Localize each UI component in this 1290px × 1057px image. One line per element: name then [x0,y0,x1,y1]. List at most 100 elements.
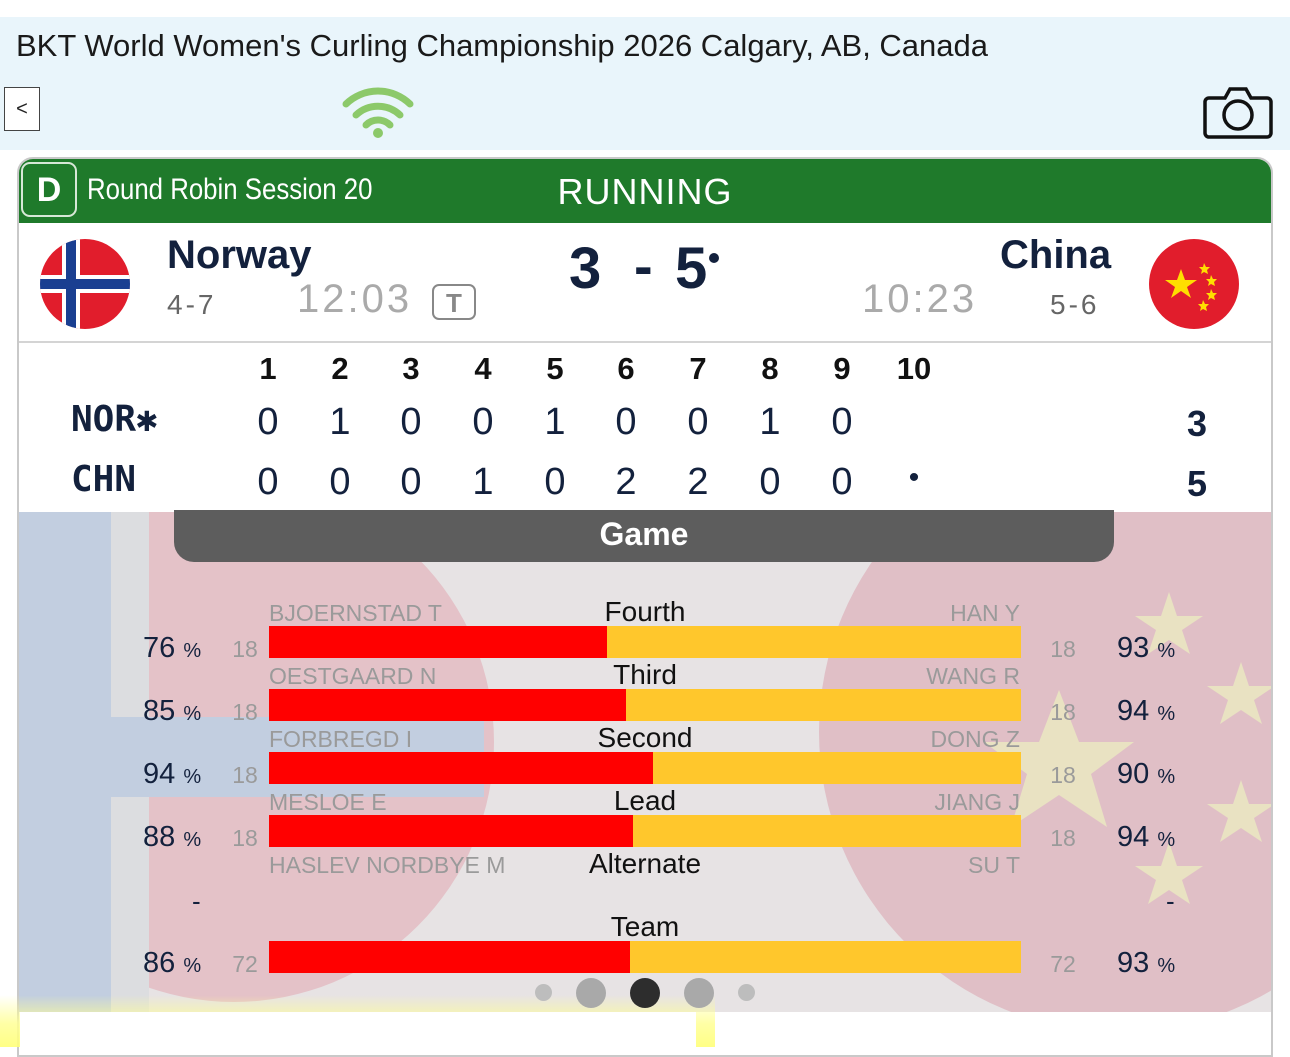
score-separator: - [634,234,653,297]
home-shots: 18 [232,825,258,851]
home-share-bar [269,815,633,847]
home-shots: 18 [232,699,258,725]
score-header: Norway 4-7 12:03 T 3 - 5 10:23 China 5-6 [19,223,1271,343]
home-share-bar [269,941,630,973]
home-percentage: 85 % [143,695,202,727]
position-label: Lead [613,785,677,816]
away-shots: 18 [1050,699,1076,725]
end-number: 3 [402,351,420,386]
away-player-name: WANG R [926,663,1020,689]
away-percentage: 94 % [1117,821,1176,853]
alternate-away-player: SU T [968,852,1020,878]
away-end-score: 0 [759,461,781,503]
home-end-score: 0 [687,401,709,443]
home-player-name: FORBREGD I [269,726,413,752]
away-hammer-dot: • [908,461,920,494]
team-away-percentage: 93 % [1117,947,1176,979]
hammer-indicator [709,253,719,263]
home-end-score: 1 [329,401,351,443]
position-label: Team [610,911,680,942]
team-percentage-bar [269,941,1021,973]
away-player-name: HAN Y [950,600,1020,626]
home-team-name: Norway [167,233,312,277]
home-shots: 18 [232,636,258,662]
home-end-score: 0 [400,401,422,443]
away-end-score: 0 [400,461,422,503]
team-home-shots: 72 [232,951,258,977]
away-player-name: DONG Z [930,726,1020,752]
home-total: 3 [1186,403,1208,444]
percentage-bar [269,689,1021,721]
wifi-icon [342,84,414,145]
bottom-panel [20,1012,696,1047]
away-end-score: 0 [544,461,566,503]
home-end-score: 0 [257,401,279,443]
alternate-home-percentage: - [192,886,201,916]
position-label: Second [597,722,693,753]
end-number: 6 [617,351,635,386]
stats-tab-game[interactable]: Game [174,510,1114,562]
away-shots: 18 [1050,762,1076,788]
home-percentage: 76 % [143,632,202,664]
home-end-score: 0 [615,401,637,443]
away-percentage: 93 % [1117,632,1176,664]
game-status: RUNNING [557,171,733,212]
home-shots: 18 [232,762,258,788]
linescore: 1 2 3 4 5 6 7 8 9 10 NOR✱ 0 1 0 0 1 0 0 … [19,343,1271,513]
page-dot[interactable] [576,978,606,1008]
away-end-score: 2 [615,461,637,503]
away-time-clock: 10:23 [862,277,978,321]
alternate-home-player: HASLEV NORDBYE M [269,852,506,878]
camera-icon[interactable] [1203,84,1273,145]
home-end-score: 1 [544,401,566,443]
away-team-name: China [1000,233,1112,277]
home-percentage: 88 % [143,821,202,853]
away-end-score: 0 [329,461,351,503]
game-header: D Round Robin Session 20 RUNNING [19,159,1271,223]
home-record: 4-7 [167,289,217,320]
home-score: 3 [569,236,602,301]
away-end-score: 2 [687,461,709,503]
away-record: 5-6 [1050,289,1100,320]
back-button[interactable]: < [4,87,40,131]
position-label: Alternate [588,848,702,879]
page-dot[interactable] [738,984,755,1001]
away-abbreviation: CHN [71,459,137,500]
away-total: 5 [1186,463,1208,504]
position-label: Fourth [604,596,686,627]
page-indicator [0,978,1290,1008]
end-number: 4 [474,351,492,386]
team-home-percentage: 86 % [143,947,202,979]
away-percentage: 94 % [1117,695,1176,727]
end-number: 8 [761,351,779,386]
home-end-score: 0 [472,401,494,443]
home-percentage: 94 % [143,758,202,790]
away-player-name: JIANG J [934,789,1020,815]
timeout-badge: T [432,284,476,320]
end-number: 7 [689,351,707,386]
away-end-score: 1 [472,461,494,503]
alternate-away-percentage: - [1166,886,1175,916]
percentage-bar [269,752,1021,784]
away-shots: 18 [1050,636,1076,662]
home-player-name: MESLOE E [269,789,387,815]
event-title: BKT World Women's Curling Championship 2… [16,28,989,63]
end-number: 5 [546,351,564,386]
away-score: 5 [675,236,708,301]
away-shots: 18 [1050,825,1076,851]
home-share-bar [269,689,627,721]
home-share-bar [269,752,653,784]
end-number: 2 [331,351,349,386]
end-number: 9 [833,351,851,386]
end-number: 10 [896,351,932,386]
position-label: Third [613,659,677,690]
team-away-shots: 72 [1050,951,1076,977]
page-dot[interactable] [535,984,552,1001]
page-dot[interactable] [684,978,714,1008]
percentage-bar [269,626,1021,658]
home-share-bar [269,626,608,658]
page-dot-active[interactable] [630,978,660,1008]
away-percentage: 90 % [1117,758,1176,790]
away-end-score: 0 [257,461,279,503]
norway-flag-icon [40,239,130,329]
